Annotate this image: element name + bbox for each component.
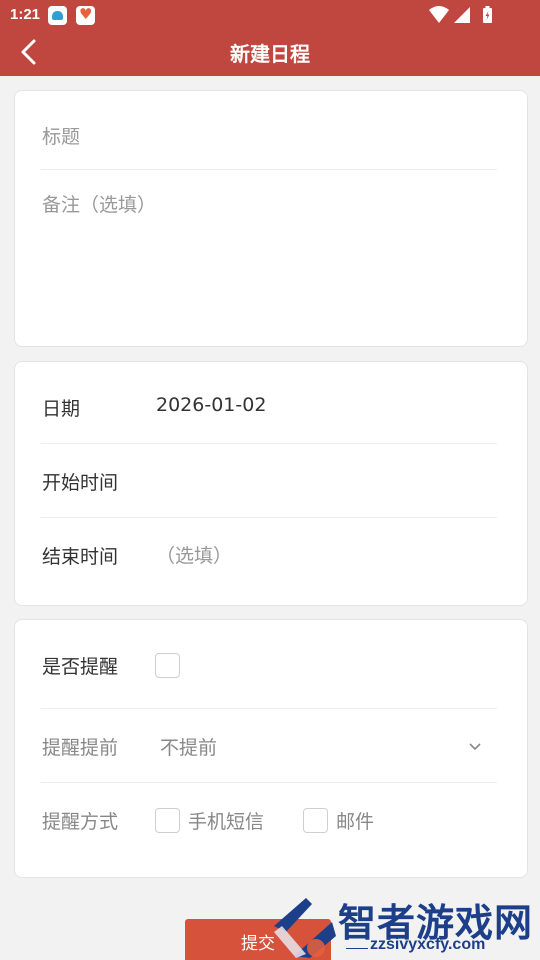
- page-title: 新建日程: [230, 42, 310, 66]
- watermark: 智者游戏网 zzsivyxcfy.com: [258, 892, 540, 960]
- status-right-icons: [429, 6, 492, 23]
- divider: [41, 169, 497, 170]
- method-label: 提醒方式: [42, 811, 119, 833]
- remind-label: 是否提醒: [42, 656, 119, 678]
- advance-select[interactable]: 不提前: [160, 733, 480, 760]
- signal-icon: [454, 7, 470, 23]
- sms-checkbox[interactable]: [155, 808, 180, 833]
- notes-input[interactable]: 备注（选填）: [42, 190, 502, 330]
- reminder-card: 是否提醒 提醒提前 不提前 提醒方式 手机短信 邮件: [14, 619, 528, 878]
- divider: [41, 782, 497, 783]
- app-icon-2: [76, 5, 95, 25]
- divider: [41, 517, 497, 518]
- date-label: 日期: [42, 398, 81, 420]
- divider: [41, 708, 497, 709]
- watermark-line: [346, 948, 368, 949]
- title-input[interactable]: 标题: [42, 122, 80, 149]
- chevron-down-icon[interactable]: [467, 738, 483, 754]
- date-value[interactable]: 2026-01-02: [156, 394, 266, 416]
- advance-label: 提醒提前: [42, 737, 119, 759]
- app-icon-1: [48, 6, 67, 25]
- status-bar: 1:21: [0, 0, 540, 30]
- watermark-logo-icon: [274, 898, 336, 958]
- end-time-label: 结束时间: [42, 546, 119, 568]
- app-bar: 新建日程: [0, 30, 540, 76]
- status-time: 1:21: [10, 6, 41, 23]
- start-time-label: 开始时间: [42, 472, 119, 494]
- end-time-field[interactable]: （选填）: [156, 541, 232, 568]
- sms-label[interactable]: 手机短信: [188, 807, 264, 834]
- email-label[interactable]: 邮件: [336, 807, 374, 834]
- battery-icon: [483, 6, 492, 23]
- email-checkbox[interactable]: [303, 808, 328, 833]
- divider: [41, 443, 497, 444]
- wifi-icon: [429, 6, 449, 23]
- start-time-field[interactable]: [156, 468, 486, 494]
- remind-checkbox[interactable]: [155, 653, 180, 678]
- event-info-card: 标题 备注（选填）: [14, 90, 528, 347]
- time-card: 日期 2026-01-02 开始时间 结束时间 （选填）: [14, 361, 528, 606]
- watermark-url: zzsivyxcfy.com: [370, 936, 486, 953]
